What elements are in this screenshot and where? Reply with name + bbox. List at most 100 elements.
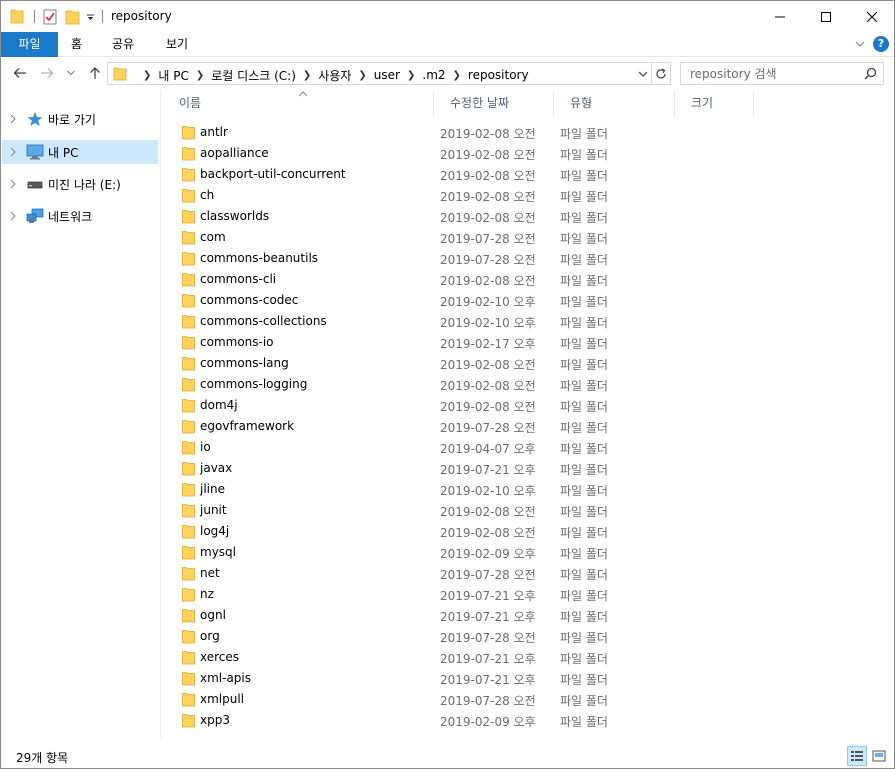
chevron-right-icon[interactable]: ❯ <box>453 70 461 81</box>
table-row[interactable]: commons-beanutils 2019-07-28 오전... 파일 폴더 <box>175 248 635 269</box>
breadcrumb-users[interactable]: 사용자 <box>318 67 351 84</box>
chevron-down-icon[interactable] <box>636 67 650 81</box>
tab-view[interactable]: 보기 <box>154 32 200 57</box>
file-name: net <box>200 566 220 580</box>
table-row[interactable]: egovframework 2019-07-28 오전... 파일 폴더 <box>175 416 635 437</box>
tab-home[interactable]: 홈 <box>59 32 94 57</box>
table-row[interactable]: xmlpull 2019-07-28 오전... 파일 폴더 <box>175 689 635 710</box>
table-row[interactable]: commons-lang 2019-02-08 오전... 파일 폴더 <box>175 353 635 374</box>
folder-icon <box>10 9 24 24</box>
sidebar-item-network[interactable]: 네트워크 <box>2 204 158 228</box>
forward-button[interactable] <box>39 65 55 81</box>
table-row[interactable]: io 2019-04-07 오후... 파일 폴더 <box>175 437 635 458</box>
chevron-right-icon[interactable] <box>9 211 17 221</box>
up-button[interactable] <box>87 65 103 81</box>
sidebar-item-label: 미진 나라 (E:) <box>48 178 121 192</box>
table-row[interactable]: net 2019-07-28 오전... 파일 폴더 <box>175 563 635 584</box>
tab-file[interactable]: 파일 <box>1 32 58 57</box>
file-name: commons-logging <box>200 377 308 391</box>
chevron-right-icon[interactable] <box>9 179 17 189</box>
chevron-right-icon[interactable]: ❯ <box>407 70 415 81</box>
chevron-right-icon[interactable]: ❯ <box>196 70 204 81</box>
chevron-right-icon[interactable] <box>9 114 17 124</box>
column-header-type[interactable]: 유형 <box>554 90 674 116</box>
address-bar[interactable]: ❯ 내 PC ❯ 로컬 디스크 (C:) ❯ 사용자 ❯ user ❯ .m2 … <box>107 62 671 85</box>
file-type: 파일 폴더 <box>560 673 608 687</box>
file-date-modified: 2019-07-21 오후... <box>440 463 536 477</box>
table-row[interactable]: ognl 2019-07-21 오후... 파일 폴더 <box>175 605 635 626</box>
table-row[interactable]: jline 2019-02-10 오후... 파일 폴더 <box>175 479 635 500</box>
sidebar-item-this-pc[interactable]: 내 PC <box>2 140 158 164</box>
column-divider[interactable] <box>753 92 754 116</box>
large-icons-view-button[interactable] <box>869 746 889 766</box>
customize-toolbar-icon[interactable] <box>86 8 95 26</box>
table-row[interactable]: org 2019-07-28 오전... 파일 폴더 <box>175 626 635 647</box>
breadcrumb-this-pc[interactable]: 내 PC <box>158 67 188 84</box>
table-row[interactable]: commons-codec 2019-02-10 오후... 파일 폴더 <box>175 290 635 311</box>
file-date-modified: 2019-07-28 오전... <box>440 568 536 582</box>
table-row[interactable]: aopalliance 2019-02-08 오전... 파일 폴더 <box>175 143 635 164</box>
folder-icon <box>182 357 195 371</box>
star-icon <box>27 112 43 126</box>
file-name: aopalliance <box>200 146 269 160</box>
table-row[interactable]: nz 2019-07-21 오후... 파일 폴더 <box>175 584 635 605</box>
refresh-button[interactable] <box>651 63 670 84</box>
table-row[interactable]: javax 2019-07-21 오후... 파일 폴더 <box>175 458 635 479</box>
sidebar-item-quick-access[interactable]: 바로 가기 <box>2 107 158 131</box>
tab-share[interactable]: 공유 <box>100 32 146 57</box>
recent-locations-button[interactable] <box>65 65 77 81</box>
breadcrumb-user[interactable]: user <box>374 68 400 82</box>
folder-icon <box>182 462 195 476</box>
file-date-modified: 2019-02-08 오전... <box>440 400 536 414</box>
details-view-button[interactable] <box>847 746 867 766</box>
table-row[interactable]: log4j 2019-02-08 오전... 파일 폴더 <box>175 521 635 542</box>
table-row[interactable]: classworlds 2019-02-08 오전... 파일 폴더 <box>175 206 635 227</box>
file-name: egovframework <box>200 419 295 433</box>
column-header-name[interactable]: 이름 <box>163 90 433 116</box>
table-row[interactable]: xerces 2019-07-21 오후... 파일 폴더 <box>175 647 635 668</box>
table-row[interactable]: commons-cli 2019-02-08 오전... 파일 폴더 <box>175 269 635 290</box>
table-row[interactable]: junit 2019-02-08 오전... 파일 폴더 <box>175 500 635 521</box>
table-row[interactable]: com 2019-07-28 오전... 파일 폴더 <box>175 227 635 248</box>
search-box[interactable] <box>680 62 884 85</box>
search-icon[interactable] <box>864 67 877 80</box>
separator <box>34 10 35 23</box>
table-row[interactable]: backport-util-concurrent 2019-02-08 오전...… <box>175 164 635 185</box>
search-input[interactable] <box>681 63 861 84</box>
file-date-modified: 2019-07-21 오후... <box>440 610 536 624</box>
column-header-modified[interactable]: 수정한 날짜 <box>434 90 553 116</box>
table-row[interactable]: commons-collections 2019-02-10 오후... 파일 폴더 <box>175 311 635 332</box>
help-icon[interactable]: ? <box>873 36 889 52</box>
chevron-right-icon[interactable] <box>9 147 17 157</box>
table-row[interactable]: xml-apis 2019-07-21 오후... 파일 폴더 <box>175 668 635 689</box>
breadcrumb-m2[interactable]: .m2 <box>422 68 445 82</box>
chevron-right-icon[interactable]: ❯ <box>358 70 366 81</box>
sidebar-item-drive-e[interactable]: 미진 나라 (E:) <box>2 172 158 196</box>
table-row[interactable]: dom4j 2019-02-08 오전... 파일 폴더 <box>175 395 635 416</box>
column-header-size[interactable]: 크기 <box>675 90 753 116</box>
table-row[interactable]: commons-io 2019-02-17 오후... 파일 폴더 <box>175 332 635 353</box>
file-date-modified: 2019-07-28 오전... <box>440 694 536 708</box>
table-row[interactable]: antlr 2019-02-08 오전... 파일 폴더 <box>175 122 635 143</box>
chevron-right-icon[interactable]: ❯ <box>303 70 311 81</box>
file-name: xml-apis <box>200 671 252 685</box>
maximize-button[interactable] <box>803 1 849 32</box>
back-button[interactable] <box>12 65 28 81</box>
folder-icon <box>182 546 195 560</box>
arrow-right-icon <box>41 68 54 78</box>
folder-icon <box>182 672 195 686</box>
expand-ribbon-icon[interactable] <box>854 38 866 50</box>
table-row[interactable]: commons-logging 2019-02-08 오전... 파일 폴더 <box>175 374 635 395</box>
table-row[interactable]: xpp3 2019-02-09 오후... 파일 폴더 <box>175 710 635 731</box>
table-row[interactable]: mysql 2019-02-09 오후... 파일 폴더 <box>175 542 635 563</box>
table-row[interactable]: ch 2019-02-08 오전... 파일 폴더 <box>175 185 635 206</box>
file-type: 파일 폴더 <box>560 652 608 666</box>
new-folder-icon[interactable] <box>65 8 80 26</box>
chevron-right-icon[interactable]: ❯ <box>143 70 151 81</box>
close-button[interactable] <box>849 1 895 32</box>
file-name: backport-util-concurrent <box>200 167 346 181</box>
properties-icon[interactable] <box>43 8 57 26</box>
breadcrumb-local-disk[interactable]: 로컬 디스크 (C:) <box>211 67 296 84</box>
breadcrumb-repository[interactable]: repository <box>468 68 529 82</box>
minimize-button[interactable] <box>757 1 803 32</box>
